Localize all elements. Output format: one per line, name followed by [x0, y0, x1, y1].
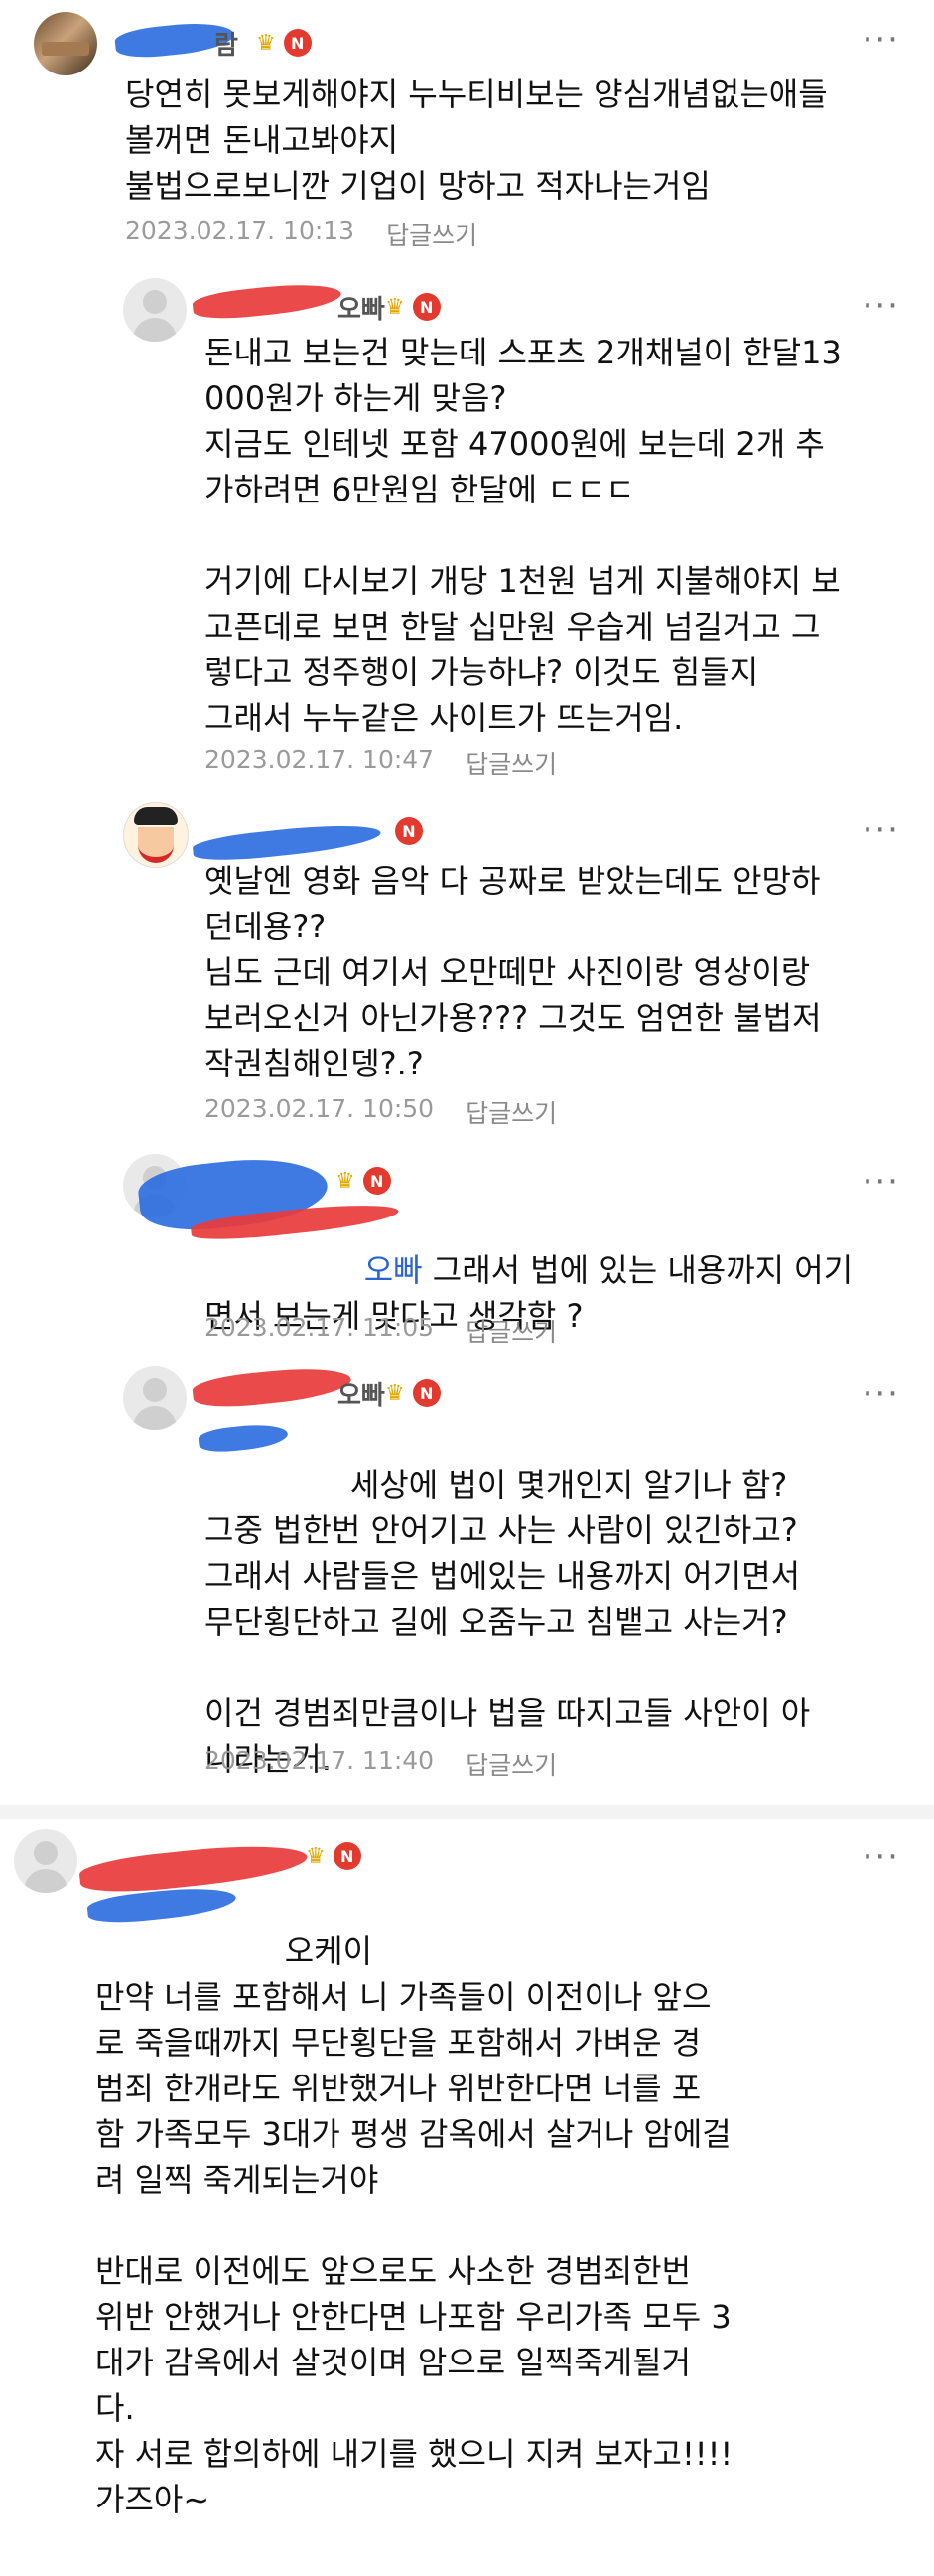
author-name[interactable]: 오빠 — [191, 278, 385, 326]
comment-body: 돈내고 보는건 맞는데 스포츠 2개채널이 한달13 000원가 하는게 맞음?… — [204, 334, 842, 737]
avatar[interactable] — [34, 12, 97, 75]
more-icon[interactable]: ··· — [863, 1840, 900, 1874]
author-row: 람 ♛ N — [113, 18, 312, 62]
comment-body: 옛날엔 영화 음악 다 공짜로 받았는데도 안망하 던데용?? 님도 근데 여기… — [204, 862, 822, 1082]
crown-icon: ♛ — [306, 1843, 326, 1869]
comment-date: 2023.02.17. 11:05 — [204, 1313, 435, 1342]
crown-icon: ♛ — [256, 30, 276, 56]
comment-5: 오빠 ♛ N ··· 세상에 법이 몇개인지 알기나 함? 그중 법한번 안어기… — [0, 1362, 934, 1793]
more-icon[interactable]: ··· — [863, 1165, 900, 1199]
reply-button[interactable]: 답글쓰기 — [466, 1094, 557, 1130]
new-badge-icon: N — [333, 1842, 361, 1870]
comment-4: ♛ N ··· 오빠 그래서 법에 있는 내용까지 어기 면서 보는게 맞다고 … — [0, 1151, 934, 1372]
section-divider — [0, 1805, 934, 1819]
avatar[interactable] — [123, 802, 189, 868]
comment-1: 람 ♛ N ··· 당연히 못보게해야지 누누티비보는 양심개념없는애들 볼꺼면… — [0, 0, 934, 258]
comment-text: 오케이 만약 너를 포함해서 니 가족들이 이전이나 앞으 로 죽을때까지 무단… — [95, 1932, 734, 2518]
comment-meta: 2023.02.17. 10:50 답글쓰기 — [204, 1094, 557, 1130]
avatar[interactable] — [123, 1366, 187, 1430]
reply-button[interactable]: 답글쓰기 — [466, 1313, 557, 1349]
reply-button[interactable]: 답글쓰기 — [466, 1746, 557, 1782]
author-row: 오빠 ♛ N — [191, 1362, 441, 1412]
reply-button[interactable]: 답글쓰기 — [466, 745, 557, 781]
comment-date: 2023.02.17. 10:13 — [125, 216, 355, 245]
mention-tag[interactable] — [245, 1466, 340, 1503]
comment-meta: 2023.02.17. 11:40 답글쓰기 — [204, 1746, 557, 1782]
new-badge-icon: N — [395, 817, 423, 845]
new-badge-icon: N — [362, 1167, 391, 1195]
author-name[interactable]: 오빠 — [191, 1362, 385, 1412]
author-row: 오빠 ♛ N — [191, 278, 441, 326]
more-icon[interactable]: ··· — [863, 813, 900, 847]
mention-tag[interactable]: 오빠 — [245, 1251, 423, 1289]
comment-meta: 2023.02.17. 10:47 답글쓰기 — [204, 745, 557, 781]
author-name[interactable]: 람 — [113, 18, 248, 62]
comment-date: 2023.02.17. 10:47 — [204, 745, 435, 774]
author-row: N — [192, 814, 423, 865]
crown-icon: ♛ — [385, 294, 405, 320]
comment-body: 오빠 그래서 법에 있는 내용까지 어기 면서 보는게 맞다고 생각함 ? — [190, 1199, 899, 1384]
crown-icon: ♛ — [385, 1380, 405, 1406]
avatar[interactable] — [123, 278, 187, 342]
reply-button[interactable]: 답글쓰기 — [386, 216, 477, 252]
comment-date: 2023.02.17. 11:40 — [204, 1746, 435, 1775]
comment-2: 오빠 ♛ N ··· 돈내고 보는건 맞는데 스포츠 2개채널이 한달13 00… — [0, 278, 934, 794]
comment-3: N ··· 옛날엔 영화 음악 다 공짜로 받았는데도 안망하 던데용?? 님도… — [0, 802, 934, 1140]
comment-body: 당연히 못보게해야지 누누티비보는 양심개념없는애들 볼꺼면 돈내고봐야지 불법… — [125, 75, 828, 205]
more-icon[interactable]: ··· — [863, 1377, 900, 1411]
new-badge-icon: N — [412, 293, 441, 321]
new-badge-icon: N — [283, 29, 312, 57]
comment-text: 세상에 법이 몇개인지 알기나 함? 그중 법한번 안어기고 사는 사람이 있긴… — [204, 1466, 811, 1778]
more-icon[interactable]: ··· — [863, 23, 900, 57]
crown-icon: ♛ — [335, 1168, 355, 1194]
author-row: ♛ N — [136, 1151, 391, 1236]
comment-body: 오케이 만약 너를 포함해서 니 가족들이 이전이나 앞으 로 죽을때까지 무단… — [85, 1883, 909, 2568]
mention-tag[interactable] — [136, 1932, 285, 1970]
comment-6: ♛ N ··· 오케이 만약 너를 포함해서 니 가족들이 이전이나 앞으 로 … — [0, 1829, 934, 2576]
more-icon[interactable]: ··· — [863, 289, 900, 323]
comment-meta: 2023.02.17. 11:05 답글쓰기 — [204, 1313, 557, 1349]
new-badge-icon: N — [412, 1379, 441, 1407]
avatar[interactable] — [14, 1829, 77, 1893]
comment-meta: 2023.02.17. 10:13 답글쓰기 — [125, 216, 477, 252]
comment-date: 2023.02.17. 10:50 — [204, 1094, 435, 1123]
author-row: ♛ N — [77, 1838, 361, 1898]
